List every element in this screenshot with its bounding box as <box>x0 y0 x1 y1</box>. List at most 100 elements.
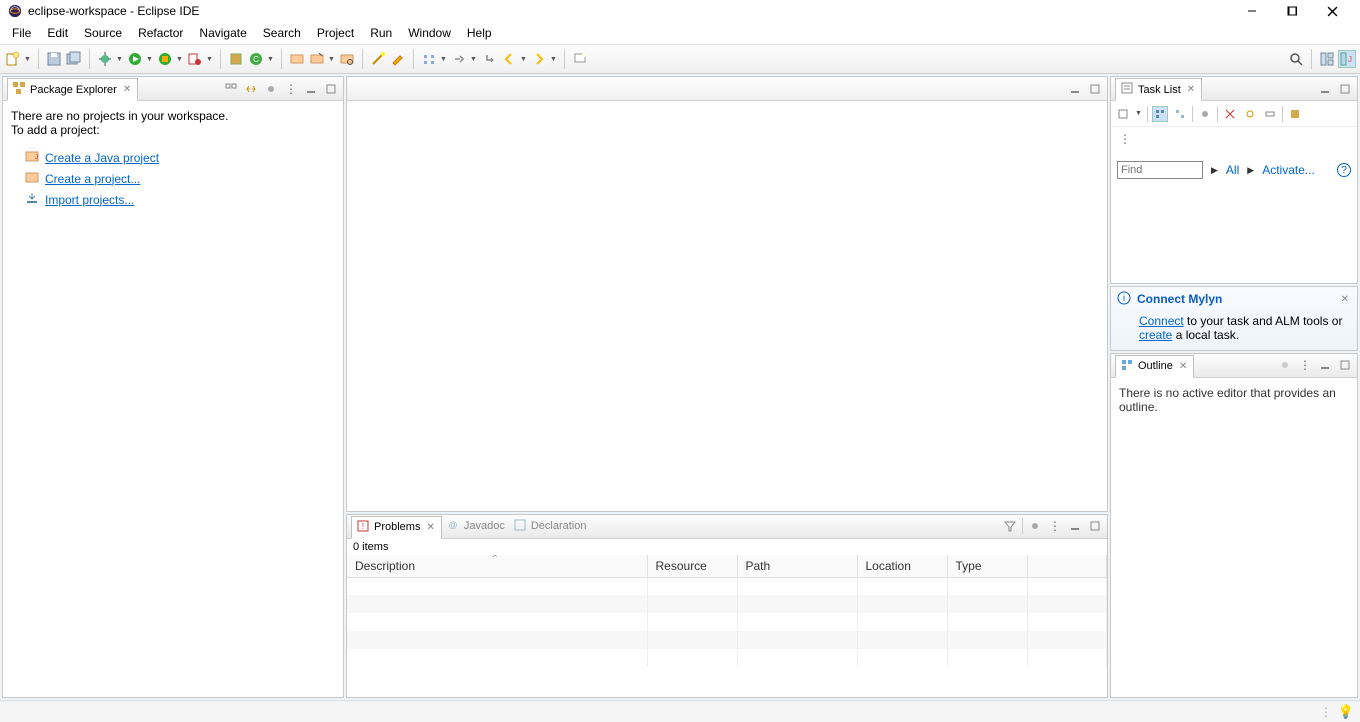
maximize-view-icon[interactable] <box>1337 81 1353 97</box>
menu-help[interactable]: Help <box>459 24 500 42</box>
menu-file[interactable]: File <box>4 24 39 42</box>
new-class-dropdown[interactable]: ▼ <box>267 56 275 63</box>
new-class-icon[interactable]: C <box>247 50 265 68</box>
maximize-view-icon[interactable] <box>1337 357 1353 373</box>
col-resource[interactable]: Resource <box>647 555 737 578</box>
outline-tab[interactable]: Outline ✕ <box>1115 355 1194 378</box>
focus-icon[interactable] <box>1277 357 1293 373</box>
col-location[interactable]: Location <box>857 555 947 578</box>
find-input[interactable] <box>1117 161 1203 179</box>
debug-icon[interactable] <box>96 50 114 68</box>
step-return-icon[interactable] <box>480 50 498 68</box>
open-task-dropdown[interactable]: ▼ <box>328 56 336 63</box>
toggle-breadcrumb-dropdown[interactable]: ▼ <box>440 56 448 63</box>
task-presentation-icon[interactable] <box>1287 106 1303 122</box>
run-last-dropdown[interactable]: ▼ <box>206 56 214 63</box>
categorized-icon[interactable] <box>1152 106 1168 122</box>
run-dropdown[interactable]: ▼ <box>146 56 154 63</box>
chevron-right-icon[interactable]: ▶ <box>1247 165 1254 176</box>
maximize-button[interactable] <box>1272 1 1312 21</box>
close-mylyn-icon[interactable]: ✕ <box>1339 294 1351 305</box>
minimize-button[interactable] <box>1232 1 1272 21</box>
focus-workweek-icon[interactable] <box>1197 106 1213 122</box>
tab-problems[interactable]: ! Problems ✕ <box>351 516 442 539</box>
menu-refactor[interactable]: Refactor <box>130 24 191 42</box>
menu-search[interactable]: Search <box>255 24 309 42</box>
minimize-view-icon[interactable] <box>1317 357 1333 373</box>
new-task-dropdown[interactable]: ▼ <box>1135 110 1143 117</box>
run-last-icon[interactable] <box>186 50 204 68</box>
step-dropdown[interactable]: ▼ <box>470 56 478 63</box>
tab-declaration[interactable]: Declaration <box>509 516 591 537</box>
open-perspective-icon[interactable] <box>1318 50 1336 68</box>
all-filter-link[interactable]: All <box>1226 163 1239 177</box>
collapse-all-icon[interactable] <box>223 81 239 97</box>
java-perspective-icon[interactable]: J <box>1338 50 1356 68</box>
maximize-editor-icon[interactable] <box>1087 81 1103 97</box>
chevron-right-icon[interactable]: ▶ <box>1211 165 1218 176</box>
maximize-view-icon[interactable] <box>1087 518 1103 534</box>
save-all-icon[interactable] <box>65 50 83 68</box>
new-package-icon[interactable] <box>227 50 245 68</box>
nav-fwd-icon[interactable] <box>530 50 548 68</box>
filter-icon[interactable] <box>1002 518 1018 534</box>
view-menu-icon[interactable]: ⋮ <box>1047 518 1063 534</box>
minimize-view-icon[interactable] <box>1067 518 1083 534</box>
mylyn-connect-link[interactable]: Connect <box>1139 314 1184 328</box>
menu-navigate[interactable]: Navigate <box>191 24 254 42</box>
help-icon[interactable]: ? <box>1337 163 1351 177</box>
hide-icon[interactable] <box>1222 106 1238 122</box>
toggle-breadcrumb-icon[interactable] <box>420 50 438 68</box>
activate-link[interactable]: Activate... <box>1262 163 1315 177</box>
menu-window[interactable]: Window <box>400 24 459 42</box>
close-tab-icon[interactable]: ✕ <box>121 84 133 95</box>
menu-project[interactable]: Project <box>309 24 362 42</box>
package-explorer-tab[interactable]: Package Explorer ✕ <box>7 78 138 101</box>
col-type[interactable]: Type <box>947 555 1027 578</box>
col-description[interactable]: Description^ <box>347 555 647 578</box>
link-editor-icon[interactable] <box>243 81 259 97</box>
maximize-view-icon[interactable] <box>323 81 339 97</box>
menu-edit[interactable]: Edit <box>39 24 76 42</box>
minimize-view-icon[interactable] <box>303 81 319 97</box>
editor-body[interactable] <box>347 101 1107 511</box>
focus-task-icon[interactable] <box>263 81 279 97</box>
close-button[interactable] <box>1312 1 1352 21</box>
create-project-link[interactable]: Create a project... <box>45 172 140 186</box>
col-path[interactable]: Path <box>737 555 857 578</box>
nav-fwd-dropdown[interactable]: ▼ <box>550 56 558 63</box>
import-projects-link[interactable]: Import projects... <box>45 193 134 207</box>
new-icon[interactable] <box>4 50 22 68</box>
search-task-icon[interactable] <box>338 50 356 68</box>
coverage-icon[interactable] <box>156 50 174 68</box>
menu-source[interactable]: Source <box>76 24 130 42</box>
create-java-project-link[interactable]: Create a Java project <box>45 151 159 165</box>
tab-javadoc[interactable]: @ Javadoc <box>442 516 509 537</box>
scheduled-icon[interactable] <box>1172 106 1188 122</box>
save-icon[interactable] <box>45 50 63 68</box>
close-tab-icon[interactable]: ✕ <box>1177 361 1189 372</box>
nav-back-dropdown[interactable]: ▼ <box>520 56 528 63</box>
pin-editor-icon[interactable] <box>571 50 589 68</box>
focus-icon[interactable] <box>1027 518 1043 534</box>
run-icon[interactable] <box>126 50 144 68</box>
step-icon[interactable] <box>450 50 468 68</box>
status-menu-icon[interactable]: ⋮ <box>1320 705 1332 719</box>
open-type-icon[interactable] <box>288 50 306 68</box>
coverage-dropdown[interactable]: ▼ <box>176 56 184 63</box>
view-menu-icon[interactable]: ⋮ <box>1297 357 1313 373</box>
quick-access-icon[interactable] <box>1287 50 1305 68</box>
wand-icon[interactable] <box>369 50 387 68</box>
open-task-icon[interactable] <box>308 50 326 68</box>
paint-icon[interactable] <box>389 50 407 68</box>
close-tab-icon[interactable]: ✕ <box>1185 84 1197 95</box>
minimize-view-icon[interactable] <box>1317 81 1333 97</box>
view-menu-icon[interactable]: ⋮ <box>283 81 299 97</box>
debug-dropdown[interactable]: ▼ <box>116 56 124 63</box>
nav-back-icon[interactable] <box>500 50 518 68</box>
menu-run[interactable]: Run <box>362 24 400 42</box>
minimize-editor-icon[interactable] <box>1067 81 1083 97</box>
close-tab-icon[interactable]: ✕ <box>424 522 436 533</box>
collapse-icon[interactable] <box>1262 106 1278 122</box>
view-menu-icon[interactable]: ⋮ <box>1117 131 1133 147</box>
